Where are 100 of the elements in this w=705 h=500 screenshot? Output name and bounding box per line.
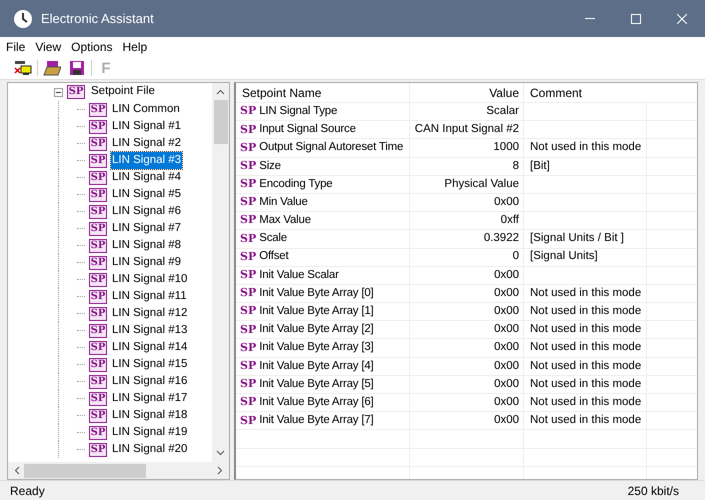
setpoint-icon: SP <box>89 290 107 304</box>
setpoint-icon: SP <box>89 102 107 116</box>
tree-item[interactable]: LIN Signal #10 <box>111 270 188 288</box>
setpoint-name: Init Value Byte Array [6] <box>259 394 374 410</box>
setpoint-name: Init Value Byte Array [4] <box>259 358 374 374</box>
setpoint-icon: SP <box>89 374 107 388</box>
close-icon <box>677 14 687 24</box>
tree-item[interactable]: LIN Signal #18 <box>111 406 188 424</box>
comment-cell-text: Not used in this mode <box>530 413 642 428</box>
value-cell-text: 0x00 <box>494 394 519 410</box>
setpoint-label: SP <box>240 140 256 156</box>
scroll-up-icon[interactable] <box>216 89 225 95</box>
tree-item[interactable]: Setpoint File <box>91 83 155 101</box>
value-cell-text: 0xff <box>500 213 519 228</box>
network-icon[interactable] <box>12 58 34 78</box>
value-cell-text: 1000 <box>493 140 519 156</box>
tree-item[interactable]: LIN Signal #1 <box>111 118 182 136</box>
setpoint-icon: SP <box>89 222 107 236</box>
setpoint-label: SP <box>240 212 256 228</box>
tree-item[interactable]: LIN Signal #15 <box>111 356 188 374</box>
tree-item[interactable]: LIN Signal #3 <box>111 152 182 170</box>
tree-item[interactable]: LIN Signal #6 <box>111 202 182 220</box>
setpoint-name: Init Value Scalar <box>259 268 339 283</box>
comment-cell-text: [Signal Units] <box>530 249 598 264</box>
tree-item[interactable]: LIN Signal #14 <box>111 338 188 356</box>
setpoint-icon: SP <box>89 136 107 150</box>
tree-item[interactable]: LIN Signal #20 <box>111 440 188 458</box>
scroll-left-icon[interactable] <box>14 466 20 475</box>
setpoint-label: SP <box>240 267 256 284</box>
scroll-thumb[interactable] <box>214 100 228 144</box>
value-cell-text: 0x00 <box>494 304 519 320</box>
setpoint-icon: SP <box>67 85 85 99</box>
maximize-icon <box>631 14 641 24</box>
setpoint-icon: SP <box>89 408 107 422</box>
comment-cell-text: Not used in this mode <box>530 322 642 338</box>
setpoint-name: Size <box>259 158 281 174</box>
minimize-icon <box>585 18 595 20</box>
comment-cell-text: [Signal Units / Bit ] <box>530 231 624 246</box>
setpoint-icon: SP <box>89 238 107 252</box>
setpoint-name: Input Signal Source <box>259 122 356 138</box>
tree-item[interactable]: LIN Signal #8 <box>111 236 182 254</box>
menu-item[interactable]: Options <box>71 38 112 56</box>
comment-cell-text: Not used in this mode <box>530 340 642 356</box>
tree-item[interactable]: LIN Signal #5 <box>111 186 182 204</box>
value-cell-text: 0x00 <box>494 340 519 356</box>
menu-item[interactable]: File <box>6 38 26 56</box>
folder-icon[interactable] <box>41 58 63 78</box>
setpoint-label: SP <box>240 158 256 174</box>
bitrate-text: 250 kbit/s <box>628 482 679 500</box>
vertical-scrollbar[interactable] <box>212 83 229 462</box>
horizontal-scrollbar[interactable] <box>8 462 229 479</box>
menu-item[interactable]: Help <box>122 38 148 56</box>
tree-item[interactable]: LIN Signal #17 <box>111 390 188 408</box>
setpoint-label: SP <box>240 285 256 302</box>
comment-cell-text: Not used in this mode <box>530 140 642 156</box>
tree-item[interactable]: LIN Common <box>111 100 181 118</box>
setpoint-label: SP <box>240 103 256 120</box>
setpoint-icon: SP <box>89 358 107 372</box>
setpoint-icon: SP <box>89 120 107 134</box>
setpoint-icon: SP <box>89 256 107 270</box>
menu-item[interactable]: View <box>35 38 62 56</box>
tree-item[interactable]: LIN Signal #9 <box>111 254 182 272</box>
tree-item[interactable]: LIN Signal #19 <box>111 424 188 442</box>
value-cell-text: 0x00 <box>494 268 519 283</box>
tree-item[interactable]: LIN Signal #2 <box>111 134 182 152</box>
setpoint-label: SP <box>240 303 256 320</box>
column-header[interactable]: Setpoint Name <box>236 83 409 102</box>
value-cell-text: Scalar <box>486 104 519 119</box>
setpoint-label: SP <box>240 194 256 210</box>
column-header[interactable]: Comment <box>523 83 646 102</box>
setpoint-label: SP <box>240 248 256 265</box>
scroll-thumb[interactable] <box>24 464 146 478</box>
column-header[interactable]: Value <box>409 83 523 102</box>
comment-cell-text: Not used in this mode <box>530 376 642 392</box>
value-cell-text: 0 <box>512 249 519 264</box>
setpoint-name: Scale <box>259 231 287 246</box>
tree-item[interactable]: LIN Signal #7 <box>111 220 182 238</box>
tree-item[interactable]: LIN Signal #16 <box>111 372 188 390</box>
setpoint-name: LIN Signal Type <box>259 104 338 119</box>
value-cell-text: 0x00 <box>494 413 519 428</box>
comment-cell-text: Not used in this mode <box>530 358 642 374</box>
tree-item[interactable]: LIN Signal #11 <box>111 288 188 306</box>
value-cell-text: 0.3922 <box>484 231 519 246</box>
value-cell-text: 0x00 <box>494 376 519 392</box>
tree-item[interactable]: LIN Signal #12 <box>111 304 188 322</box>
setpoint-label: SP <box>240 394 256 410</box>
setpoint-icon: SP <box>89 392 107 406</box>
setpoint-name: Encoding Type <box>259 176 332 192</box>
comment-cell-text: Not used in this mode <box>530 394 642 410</box>
tree-item[interactable]: LIN Signal #13 <box>111 322 188 340</box>
value-cell-text: 0x00 <box>494 194 519 210</box>
scroll-down-icon[interactable] <box>216 450 225 456</box>
setpoint-label: SP <box>240 230 256 247</box>
setpoint-name: Init Value Byte Array [0] <box>259 286 374 301</box>
scroll-right-icon[interactable] <box>217 466 223 475</box>
window-title: Electronic Assistant <box>41 10 154 28</box>
collapse-toggle[interactable] <box>54 88 63 96</box>
comment-cell-text: [Bit] <box>530 158 550 174</box>
tree-item[interactable]: LIN Signal #4 <box>111 168 182 186</box>
setpoint-name: Output Signal Autoreset Time <box>259 140 404 156</box>
